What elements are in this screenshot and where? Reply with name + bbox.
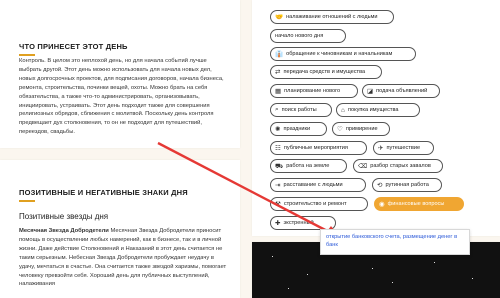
emergency-icon: ✚: [275, 220, 281, 227]
activity-tag[interactable]: ⇄ передача средств и имущества: [270, 65, 382, 79]
activity-tag-label: расставание с людьми: [283, 182, 343, 188]
activity-tag-label: поиск работы: [281, 107, 317, 113]
routine-icon: ⟲: [377, 182, 383, 189]
positive-stars-text: Месячная Звезда Добродетели Месячная Зве…: [19, 227, 229, 289]
activity-tag[interactable]: ⚒ строительство и ремонт: [270, 197, 368, 211]
activity-tag-label: подача объявлений: [376, 88, 428, 94]
activity-tag-label: обращение к чиновникам и начальникам: [286, 51, 393, 57]
activity-tag[interactable]: ⌂ покупка имущества: [336, 103, 420, 117]
activity-tag-label: публичные мероприятия: [283, 145, 348, 151]
title-underline: [19, 200, 35, 202]
day-forecast-text: Контроль. В целом это неплохой день, но …: [19, 58, 224, 136]
transfer-icon: ⇄: [275, 69, 281, 76]
money-icon: ◉: [379, 201, 385, 208]
house-icon: ⌂: [341, 106, 345, 114]
activity-tag-label: начало нового дня: [275, 33, 324, 39]
activity-tag-label: строительство и ремонт: [283, 201, 347, 207]
activity-tag[interactable]: ⟲ рутинная работа: [372, 178, 442, 192]
activity-tag-label: покупка имущества: [347, 107, 399, 113]
activity-tag[interactable]: ✚ экстренный: [270, 216, 336, 230]
calendar-icon: ▦: [275, 88, 282, 95]
activity-tag-label: рутинная работа: [385, 182, 429, 188]
activity-tag-label: передача средств и имущества: [283, 69, 366, 75]
official-icon: 👔: [275, 51, 284, 58]
search-icon: ⌕: [275, 106, 279, 113]
day-forecast-card: ЧТО ПРИНЕСЕТ ЭТОТ ДЕНЬ Контроль. В целом…: [0, 0, 240, 148]
title-underline: [19, 54, 35, 56]
activity-tag[interactable]: ⌕ поиск работы: [270, 103, 332, 117]
activity-tag[interactable]: 🤝 налаживание отношений с людьми: [270, 10, 394, 24]
activity-tag[interactable]: ⛟ работа на земле: [270, 159, 347, 173]
activity-tag[interactable]: ☷ публичные мероприятия: [270, 141, 367, 155]
activity-tag-label: налаживание отношений с людьми: [286, 14, 378, 20]
activity-tag[interactable]: ✈ путешествие: [373, 141, 434, 155]
activity-tag[interactable]: 👔 обращение к чиновникам и начальникам: [270, 47, 416, 61]
star-name: Месячная Звезда Добродетели: [19, 228, 109, 234]
activity-tag-label: экстренный: [283, 220, 314, 226]
activity-tag-label: финансовые вопросы: [387, 201, 445, 207]
activity-tag[interactable]: ▦ планирование нового: [270, 84, 358, 98]
peace-icon: ♡: [337, 126, 343, 133]
plane-icon: ✈: [378, 145, 384, 152]
activity-tag[interactable]: начало нового дня: [270, 29, 346, 43]
day-signs-card: ПОЗИТИВНЫЕ И НЕГАТИВНЫЕ ЗНАКИ ДНЯ Позити…: [0, 160, 240, 298]
broom-icon: ⌫: [358, 163, 368, 170]
leave-icon: ⇥: [275, 182, 281, 189]
activity-tag[interactable]: ⌫ разбор старых завалов: [353, 159, 443, 173]
activity-tag[interactable]: ♡ примирение: [332, 122, 390, 136]
positive-stars-subtitle: Позитивные звезды дня: [19, 212, 109, 221]
activity-tag-label: путешествие: [386, 145, 421, 151]
tag-tooltip: открытие банковского счета, размещение д…: [320, 229, 470, 255]
announce-icon: ◪: [367, 88, 374, 95]
build-icon: ⚒: [275, 201, 281, 208]
activity-tag[interactable]: ✺ праздники: [270, 122, 327, 136]
activity-tag-label: работа на земле: [286, 163, 330, 169]
party-icon: ✺: [275, 126, 281, 133]
activity-tag-label: примирение: [345, 126, 378, 132]
activity-tag[interactable]: ⇥ расставание с людьми: [270, 178, 366, 192]
activity-tag[interactable]: ◪ подача объявлений: [362, 84, 440, 98]
activity-tag-label: праздники: [283, 126, 311, 132]
crowd-icon: ☷: [275, 145, 281, 152]
activity-tag-label: разбор старых завалов: [370, 163, 431, 169]
star-description: Месячная Звезда Добродетели приносит пом…: [19, 228, 227, 288]
activity-tag[interactable]: ◉ финансовые вопросы: [374, 197, 464, 211]
handshake-icon: 🤝: [275, 14, 284, 21]
tractor-icon: ⛟: [275, 162, 284, 170]
day-forecast-title: ЧТО ПРИНЕСЕТ ЭТОТ ДЕНЬ: [19, 42, 128, 51]
activity-tag-label: планирование нового: [284, 88, 341, 94]
day-signs-title: ПОЗИТИВНЫЕ И НЕГАТИВНЫЕ ЗНАКИ ДНЯ: [19, 188, 188, 197]
